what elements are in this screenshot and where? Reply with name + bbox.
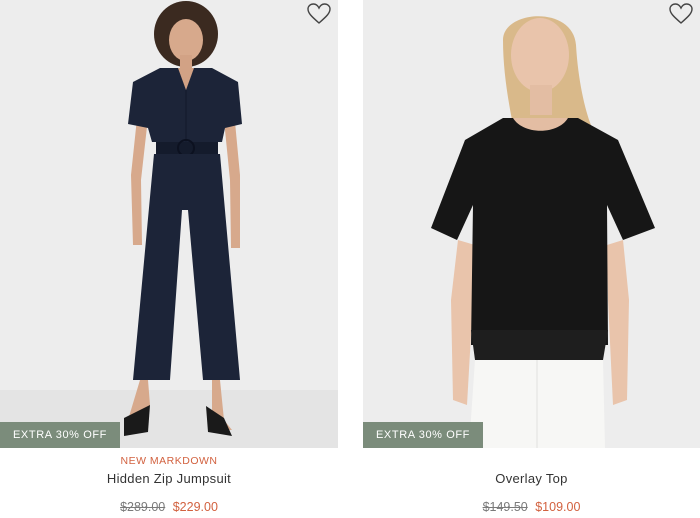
original-price: $149.50 (482, 500, 528, 514)
product-card-overlay-top[interactable]: EXTRA 30% OFF Overlay Top $149.50 $109.0… (363, 0, 700, 518)
wishlist-heart-icon[interactable] (669, 3, 693, 25)
sale-price: $229.00 (172, 500, 218, 514)
product-image-overlay-top[interactable]: EXTRA 30% OFF (363, 0, 700, 448)
product-price: $149.50 $109.00 (363, 500, 700, 514)
product-image-jumpsuit[interactable]: EXTRA 30% OFF (0, 0, 338, 448)
product-price: $289.00 $229.00 (0, 500, 338, 514)
jumpsuit-model-illustration (0, 0, 338, 448)
extra-discount-badge: EXTRA 30% OFF (0, 422, 120, 448)
original-price: $289.00 (120, 500, 166, 514)
overlay-top-model-illustration (363, 0, 700, 448)
sale-price: $109.00 (535, 500, 581, 514)
product-name[interactable]: Overlay Top (363, 471, 700, 486)
wishlist-heart-icon[interactable] (307, 3, 331, 25)
new-markdown-tag: NEW MARKDOWN (120, 455, 218, 467)
extra-discount-badge: EXTRA 30% OFF (363, 422, 483, 448)
product-name[interactable]: Hidden Zip Jumpsuit (0, 471, 338, 486)
product-card-hidden-zip-jumpsuit[interactable]: EXTRA 30% OFF NEW MARKDOWN Hidden Zip Ju… (0, 0, 338, 518)
